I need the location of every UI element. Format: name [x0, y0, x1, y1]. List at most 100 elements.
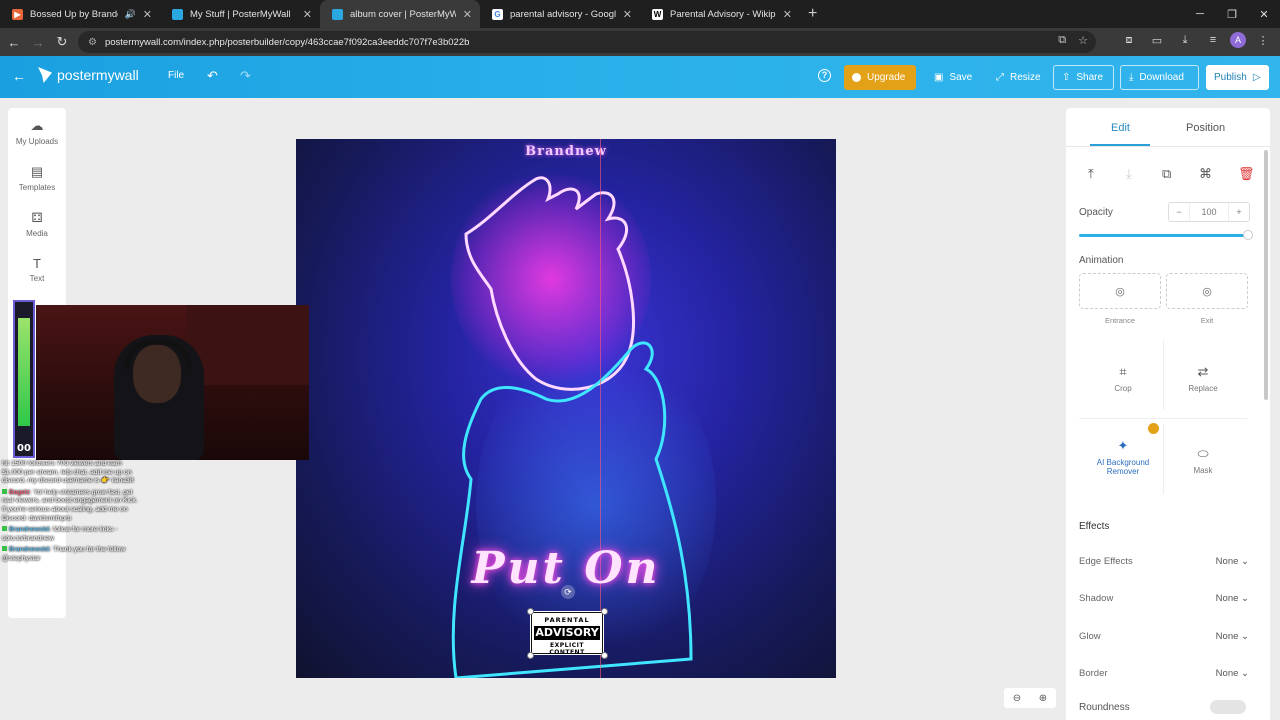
upgrade-button[interactable]: Upgrade [844, 65, 916, 90]
center-guide-line [600, 139, 601, 678]
app-header: ← postermywall File ↶ ↷ ? Upgrade ▣ Save… [0, 56, 1280, 98]
close-tab-icon[interactable]: ✕ [143, 8, 152, 21]
postermywall-logo[interactable]: postermywall [38, 67, 139, 83]
mask-label: Mask [1193, 466, 1213, 475]
address-bar[interactable]: ⚙ postermywall.com/index.php/posterbuild… [78, 31, 1096, 53]
browser-menu-icon[interactable]: ⋮ [1252, 34, 1274, 47]
effect-row-glow[interactable]: Glow None ⌄ [1079, 631, 1249, 642]
canvas-top-text[interactable]: Brandnew [296, 144, 836, 159]
tab-position[interactable]: Position [1186, 122, 1225, 134]
sidebar-item-text[interactable]: T Text [8, 256, 66, 283]
browser-tab[interactable]: W Parental Advisory - Wikipedia ✕ [640, 0, 800, 28]
save-button[interactable]: ▣ Save [926, 65, 980, 90]
opacity-slider[interactable] [1079, 230, 1253, 240]
tab-edit[interactable]: Edit [1111, 122, 1130, 134]
close-window-icon[interactable]: ✕ [1248, 8, 1280, 21]
duplicate-icon[interactable]: ⧉ [1162, 166, 1171, 182]
badge-icon [2, 546, 7, 552]
cast-icon[interactable]: ▭ [1146, 34, 1168, 47]
browser-tab[interactable]: My Stuff | PosterMyWall ✕ [160, 0, 320, 28]
entrance-icon: ◎ [1115, 286, 1125, 298]
effect-dropdown[interactable]: None ⌄ [1216, 631, 1249, 642]
back-icon[interactable]: ← [2, 35, 26, 50]
chat-message: Brandnewskii: Thank you for the follow @… [2, 546, 138, 563]
resize-handle[interactable] [527, 608, 534, 615]
close-tab-icon[interactable]: ✕ [463, 8, 472, 21]
close-tab-icon[interactable]: ✕ [783, 8, 792, 21]
install-icon[interactable]: ⧉ [1058, 34, 1066, 47]
tab-title: Parental Advisory - Wikipedia [670, 8, 776, 20]
design-canvas[interactable]: Brandnew Put On ⟳ PARENTAL ADVISORY EXPL… [296, 139, 836, 678]
send-backward-icon[interactable]: ⤓ [1126, 166, 1132, 182]
new-tab-icon[interactable]: + [808, 5, 817, 23]
resize-handle[interactable] [527, 652, 534, 659]
site-info-icon[interactable]: ⚙ [88, 37, 97, 48]
reading-list-icon[interactable]: ≡ [1202, 34, 1224, 46]
effect-row-border[interactable]: Border None ⌄ [1079, 668, 1249, 679]
effect-row-edge[interactable]: Edge Effects None ⌄ [1079, 556, 1249, 567]
share-button[interactable]: ⇧ Share [1053, 65, 1114, 90]
sidebar-item-templates[interactable]: ▤ Templates [8, 164, 66, 192]
minimize-icon[interactable]: ─ [1184, 8, 1216, 20]
minus-icon[interactable]: − [1169, 207, 1189, 217]
sidebar-item-label: Text [29, 274, 45, 283]
zoom-out-icon[interactable]: ⊖ [1013, 693, 1021, 704]
resize-handle[interactable] [601, 652, 608, 659]
entrance-animation-button[interactable]: ◎ [1079, 273, 1161, 309]
profile-avatar[interactable]: A [1230, 32, 1246, 48]
close-tab-icon[interactable]: ✕ [303, 8, 312, 21]
plus-icon[interactable]: + [1229, 207, 1249, 217]
effect-name: Edge Effects [1079, 556, 1133, 567]
help-icon[interactable]: ? [818, 69, 831, 82]
save-label: Save [949, 72, 973, 83]
crop-button[interactable]: ⌗ Crop [1083, 364, 1163, 393]
bookmark-star-icon[interactable]: ☆ [1078, 34, 1088, 47]
replace-button[interactable]: ⇄ Replace [1163, 364, 1243, 393]
effect-dropdown[interactable]: None ⌄ [1216, 556, 1249, 567]
opacity-value[interactable]: 100 [1189, 203, 1229, 221]
browser-toolbar: ← → ↻ ⚙ postermywall.com/index.php/poste… [0, 28, 1280, 56]
back-arrow-icon[interactable]: ← [12, 68, 26, 84]
opacity-stepper[interactable]: − 100 + [1168, 202, 1250, 222]
chat-text: hit 1500 followers 700 viewers and earn … [2, 460, 134, 485]
slider-knob[interactable] [1243, 230, 1253, 240]
effect-row-shadow[interactable]: Shadow None ⌄ [1079, 593, 1249, 604]
forward-icon[interactable]: → [26, 35, 50, 50]
publish-button[interactable]: Publish ▷ [1206, 65, 1269, 90]
roundness-toggle[interactable] [1210, 700, 1246, 714]
resize-handle[interactable] [601, 608, 608, 615]
panel-scrollbar[interactable] [1264, 150, 1268, 400]
exit-animation-button[interactable]: ◎ [1166, 273, 1248, 309]
file-menu-button[interactable]: File [168, 70, 184, 81]
postermywall-favicon-icon [332, 8, 343, 20]
effect-dropdown[interactable]: None ⌄ [1216, 668, 1249, 679]
speaker-icon[interactable]: 🔊 [125, 9, 136, 20]
redo-icon[interactable]: ↷ [240, 68, 251, 84]
send-icon: ▷ [1252, 72, 1261, 83]
premium-crown-icon [1148, 423, 1159, 434]
download-button[interactable]: ⤓ Download [1120, 65, 1199, 90]
browser-tab-active[interactable]: album cover | PosterMyWall ✕ [320, 0, 480, 28]
maximize-icon[interactable]: ❐ [1216, 8, 1248, 21]
extensions-icon[interactable]: ⧈ [1118, 34, 1140, 47]
bring-forward-icon[interactable]: ⤒ [1088, 166, 1094, 182]
sidebar-item-my-uploads[interactable]: ☁ My Uploads [8, 118, 66, 146]
download-icon[interactable]: ⤓ [1174, 34, 1196, 47]
rotate-handle-icon[interactable]: ⟳ [561, 585, 575, 599]
browser-tab[interactable]: G parental advisory - Google Sea ✕ [480, 0, 640, 28]
close-tab-icon[interactable]: ✕ [623, 8, 632, 21]
replace-icon: ⇄ [1197, 364, 1209, 379]
zoom-in-icon[interactable]: ⊕ [1039, 693, 1047, 704]
undo-icon[interactable]: ↶ [207, 68, 218, 84]
resize-button[interactable]: ⤢ Resize [988, 65, 1049, 90]
effect-dropdown[interactable]: None ⌄ [1216, 593, 1249, 604]
mask-button[interactable]: ⬭ Mask [1163, 446, 1243, 475]
browser-tab[interactable]: ▶ Bossed Up by Brandon 🔊 ✕ [0, 0, 160, 28]
divider [1079, 418, 1247, 419]
crown-icon [852, 73, 861, 82]
reload-icon[interactable]: ↻ [50, 34, 74, 50]
ai-background-remover-button[interactable]: ✦ AI Background Remover [1083, 438, 1163, 476]
sidebar-item-media[interactable]: ⚃ Media [8, 210, 66, 238]
format-painter-icon[interactable]: ⌘ [1199, 166, 1212, 182]
delete-icon[interactable]: 🗑 [1238, 166, 1255, 182]
